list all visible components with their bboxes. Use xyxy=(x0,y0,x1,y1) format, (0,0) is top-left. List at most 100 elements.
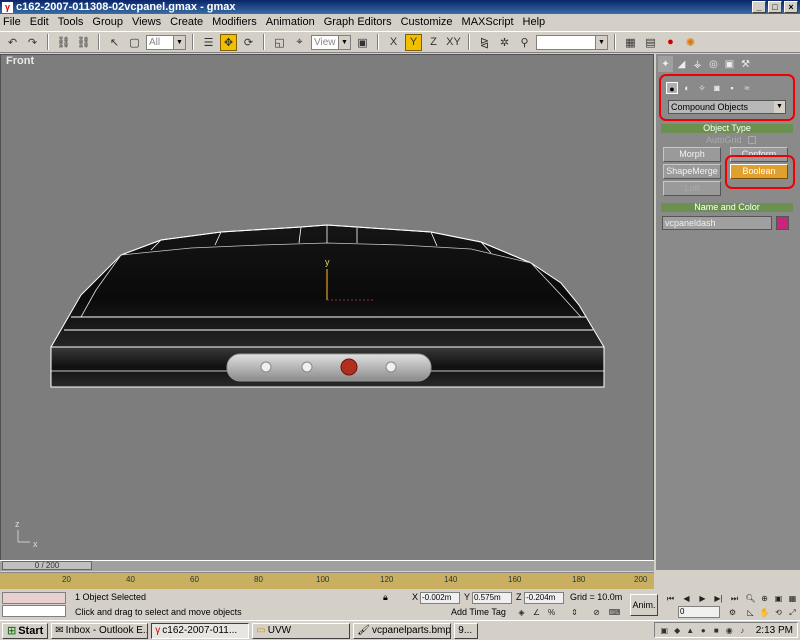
named-selection-dropdown[interactable]: ▼ xyxy=(536,34,608,50)
material-editor-icon[interactable]: ● xyxy=(662,34,679,51)
spinner-snap-icon[interactable]: ⇕ xyxy=(568,606,581,619)
pivot-icon[interactable]: ⌖ xyxy=(291,34,308,51)
goto-end-icon[interactable]: ⏭ xyxy=(728,592,741,605)
mirror-icon[interactable]: ⧎ xyxy=(476,34,493,51)
menu-edit[interactable]: Edit xyxy=(30,16,49,28)
maximize-button[interactable]: □ xyxy=(768,1,782,13)
object-type-rollout[interactable]: Object Type xyxy=(661,124,793,133)
modify-tab-icon[interactable]: ◢ xyxy=(674,56,689,72)
task-uvw[interactable]: ▭ UVW xyxy=(252,622,351,639)
track-bar[interactable]: 20 40 60 80 100 120 140 160 180 200 xyxy=(0,572,654,589)
dashboard-model[interactable] xyxy=(1,55,653,569)
move-icon[interactable]: ✥ xyxy=(220,33,237,51)
axis-y-icon[interactable]: Y xyxy=(405,33,422,51)
goto-start-icon[interactable]: ⏮ xyxy=(664,592,677,605)
menu-file[interactable]: File xyxy=(3,16,21,28)
task-outlook[interactable]: ✉ Inbox - Outlook E... xyxy=(51,622,149,639)
morph-button[interactable]: Morph xyxy=(663,147,721,162)
loft-button[interactable]: Loft xyxy=(663,181,721,196)
scale-icon[interactable]: ◱ xyxy=(271,34,288,51)
task-group[interactable]: 9... xyxy=(454,622,479,639)
angle-snap-icon[interactable]: ∠ xyxy=(530,606,543,619)
utilities-tab-icon[interactable]: ⚒ xyxy=(738,56,753,72)
select-by-name-icon[interactable]: ☰ xyxy=(200,34,217,51)
cameras-icon[interactable]: ◙ xyxy=(711,82,723,94)
y-coord-field[interactable]: 0.575m xyxy=(472,592,512,604)
degrade-icon[interactable]: ⊘ xyxy=(590,606,603,619)
selection-filter-dropdown[interactable]: All ▼ xyxy=(146,34,186,50)
axis-z-icon[interactable]: Z xyxy=(425,34,442,51)
tray-app-icon[interactable]: ● xyxy=(698,625,709,636)
time-config-icon[interactable]: ⚙ xyxy=(726,606,739,619)
shapes-icon[interactable]: ◐ xyxy=(681,82,693,94)
create-tab-icon[interactable]: ✦ xyxy=(658,56,673,72)
axis-x-icon[interactable]: X xyxy=(385,34,402,51)
time-slider-track[interactable] xyxy=(0,560,654,571)
rotate-icon[interactable]: ⟳ xyxy=(240,34,257,51)
anim-button[interactable]: Anim. xyxy=(630,594,658,616)
snap-toggle-icon[interactable]: ◈ xyxy=(515,606,528,619)
menu-graph-editors[interactable]: Graph Editors xyxy=(324,16,392,28)
select-arrow-icon[interactable]: ↖ xyxy=(106,34,123,51)
minimize-button[interactable]: _ xyxy=(752,1,766,13)
task-vcpanelparts[interactable]: 🖌︎ vcpanelparts.bmp ... xyxy=(353,622,452,639)
geometry-icon[interactable]: ● xyxy=(666,82,678,94)
category-dropdown[interactable]: Compound Objects ▼ xyxy=(668,100,786,114)
tray-app-icon[interactable]: ◆ xyxy=(672,625,683,636)
lights-icon[interactable]: ✧ xyxy=(696,82,708,94)
play-icon[interactable]: ▶ xyxy=(696,592,709,605)
name-color-rollout[interactable]: Name and Color xyxy=(661,203,793,212)
align-icon[interactable]: ✲ xyxy=(496,34,513,51)
snap-icon[interactable]: ⚲ xyxy=(516,34,533,51)
next-frame-icon[interactable]: ▶| xyxy=(712,592,725,605)
menu-group[interactable]: Group xyxy=(92,16,123,28)
frame-field[interactable]: 0 xyxy=(678,606,720,618)
menu-animation[interactable]: Animation xyxy=(266,16,315,28)
ref-coord-dropdown[interactable]: View ▼ xyxy=(311,34,351,50)
unlink-icon[interactable]: ⛓ xyxy=(75,34,92,51)
keyboard-override-icon[interactable]: ⌨ xyxy=(608,606,621,619)
volume-icon[interactable]: ♪ xyxy=(737,625,748,636)
tray-app-icon[interactable]: ▲ xyxy=(685,625,696,636)
region-select-icon[interactable]: ▢ xyxy=(126,34,143,51)
menu-views[interactable]: Views xyxy=(132,16,161,28)
shapemerge-button[interactable]: ShapeMerge xyxy=(663,164,721,179)
arc-rotate-icon[interactable]: ⟲ xyxy=(772,606,785,619)
hierarchy-tab-icon[interactable]: ⚶ xyxy=(690,56,705,72)
close-button[interactable]: × xyxy=(784,1,798,13)
motion-tab-icon[interactable]: ◎ xyxy=(706,56,721,72)
maxscript-input-field[interactable] xyxy=(2,605,66,617)
object-name-field[interactable]: vcpaneldash xyxy=(662,216,772,230)
percent-snap-icon[interactable]: % xyxy=(545,606,558,619)
schematic-icon[interactable]: ▤ xyxy=(642,34,659,51)
task-gmax[interactable]: γ c162-2007-011... xyxy=(151,622,250,639)
spacewarps-icon[interactable]: ≈ xyxy=(741,82,753,94)
display-tab-icon[interactable]: ▣ xyxy=(722,56,737,72)
menu-create[interactable]: Create xyxy=(170,16,203,28)
clock[interactable]: 2:13 PM xyxy=(756,625,793,636)
helpers-icon[interactable]: ▪ xyxy=(726,82,738,94)
autogrid-checkbox[interactable] xyxy=(748,136,756,144)
undo-icon[interactable]: ↶ xyxy=(4,34,21,51)
track-view-icon[interactable]: ▦ xyxy=(622,34,639,51)
menu-help[interactable]: Help xyxy=(523,16,546,28)
tray-app-icon[interactable]: ■ xyxy=(711,625,722,636)
maximize-viewport-icon[interactable]: ⤢ xyxy=(786,606,799,619)
add-time-tag[interactable]: Add Time Tag xyxy=(451,606,506,619)
zoom-extents-all-icon[interactable]: ▦ xyxy=(786,592,799,605)
z-coord-field[interactable]: -0.204m xyxy=(524,592,564,604)
object-color-swatch[interactable] xyxy=(776,216,789,230)
start-button[interactable]: ⊞ Start xyxy=(2,622,49,639)
menu-tools[interactable]: Tools xyxy=(58,16,84,28)
tray-app-icon[interactable]: ◉ xyxy=(724,625,735,636)
axis-xy-icon[interactable]: XY xyxy=(445,34,462,51)
x-coord-field[interactable]: -0.002m xyxy=(420,592,460,604)
menu-modifiers[interactable]: Modifiers xyxy=(212,16,257,28)
fov-icon[interactable]: ◺ xyxy=(744,606,757,619)
link-icon[interactable]: ⛓ xyxy=(55,34,72,51)
time-slider-thumb[interactable]: 0 / 200 xyxy=(2,561,92,570)
pivot-center-icon[interactable]: ▣ xyxy=(354,34,371,51)
pan-icon[interactable]: ✋ xyxy=(758,606,771,619)
lock-icon[interactable]: 🔒︎ xyxy=(383,592,388,603)
menu-customize[interactable]: Customize xyxy=(401,16,453,28)
